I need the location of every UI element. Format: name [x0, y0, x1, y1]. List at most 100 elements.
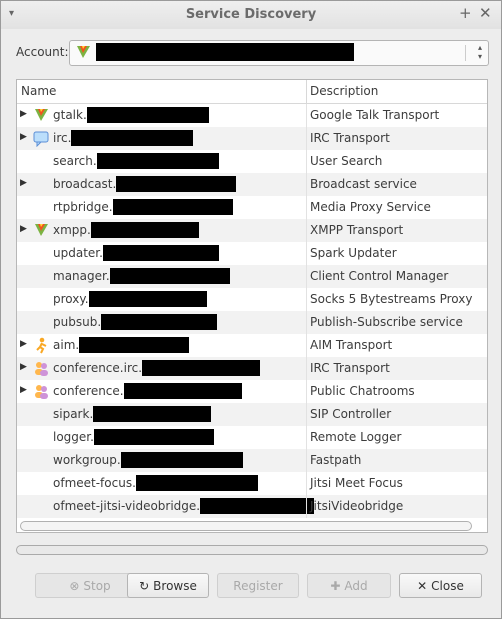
tree-row[interactable]: rtpbridge. Media Proxy Service [17, 196, 487, 219]
service-name-text: sipark. [53, 407, 94, 421]
refresh-icon: ↻ [139, 578, 150, 593]
tree-row[interactable]: ▶ gtalk. Google Talk Transport [17, 104, 487, 127]
add-button[interactable]: ✚ Add [307, 573, 391, 598]
tree-row[interactable]: updater. Spark Updater [17, 242, 487, 265]
tree-row[interactable]: ▶ conference.irc. IRC Transport [17, 357, 487, 380]
service-description: Client Control Manager [310, 269, 449, 283]
expand-arrow-icon[interactable]: ▶ [20, 132, 27, 142]
service-name-text: logger. [53, 430, 94, 444]
redacted-domain [90, 222, 199, 238]
cell-separator [306, 288, 307, 311]
horizontal-scrollbar[interactable] [20, 521, 472, 531]
google-talk-icon [33, 222, 50, 239]
redacted-domain [93, 429, 214, 445]
tree-row[interactable]: manager. Client Control Manager [17, 265, 487, 288]
service-description: Spark Updater [310, 246, 397, 260]
close-button[interactable]: ✕ Close [399, 573, 482, 598]
service-name: irc. [53, 130, 194, 146]
service-name-text: aim. [53, 338, 80, 352]
cell-separator [306, 311, 307, 334]
service-name-text: search. [53, 154, 97, 168]
group-chat-icon [33, 360, 50, 377]
aim-running-man-icon [33, 337, 50, 354]
tree-row[interactable]: ▶ broadcast. Broadcast service [17, 173, 487, 196]
close-label: Close [431, 578, 464, 593]
tree-row[interactable]: ▶ xmpp. XMPP Transport [17, 219, 487, 242]
cell-separator [306, 173, 307, 196]
service-description: XMPP Transport [310, 223, 404, 237]
tree-header: Name Description [17, 80, 487, 104]
redacted-domain [123, 383, 242, 399]
tree-row[interactable]: ▶ conference. Public Chatrooms [17, 380, 487, 403]
cell-separator [306, 242, 307, 265]
service-name: ofmeet-focus. [53, 475, 258, 491]
cell-separator [306, 403, 307, 426]
browse-button[interactable]: ↻ Browse [127, 573, 209, 598]
service-description: User Search [310, 154, 383, 168]
close-x-icon: ✕ [417, 578, 428, 593]
service-name: broadcast. [53, 176, 237, 192]
tree-row[interactable]: logger. Remote Logger [17, 426, 487, 449]
service-name: pubsub. [53, 314, 218, 330]
account-label: Account: [16, 45, 69, 59]
chat-bubble-icon [33, 130, 50, 148]
expand-arrow-icon[interactable]: ▶ [20, 178, 27, 188]
service-name: aim. [53, 337, 190, 353]
expand-arrow-icon[interactable]: ▶ [20, 109, 27, 119]
tree-row[interactable]: search. User Search [17, 150, 487, 173]
cell-separator [306, 265, 307, 288]
tree-row[interactable]: ofmeet-focus. Jitsi Meet Focus [17, 472, 487, 495]
service-description: IRC Transport [310, 131, 390, 145]
service-name: conference. [53, 383, 242, 399]
expand-arrow-icon[interactable]: ▶ [20, 224, 27, 234]
service-description: SIP Controller [310, 407, 392, 421]
account-select[interactable]: ▴ ▾ [69, 40, 489, 66]
redacted-domain [86, 107, 209, 123]
service-name: gtalk. [53, 107, 209, 123]
service-name-text: conference. [53, 384, 124, 398]
service-description: Public Chatrooms [310, 384, 415, 398]
cell-separator [306, 104, 307, 127]
redacted-domain [101, 314, 218, 330]
service-name-text: ofmeet-focus. [53, 476, 136, 490]
stop-label: Stop [83, 578, 111, 593]
cell-separator [306, 219, 307, 242]
pin-button[interactable]: + [459, 4, 472, 22]
service-name-text: ofmeet-jitsi-videobridge. [53, 499, 201, 513]
title-bar: ▾ Service Discovery + ✕ [1, 1, 501, 29]
service-name: proxy. [53, 291, 207, 307]
group-chat-icon [33, 383, 50, 400]
expand-arrow-icon[interactable]: ▶ [20, 362, 27, 372]
column-header-description[interactable]: Description [310, 84, 378, 98]
register-label: Register [233, 578, 283, 593]
cell-separator [306, 472, 307, 495]
tree-row[interactable]: ▶ aim. AIM Transport [17, 334, 487, 357]
services-tree[interactable]: Name Description ▶ gtalk. Google Talk Tran… [16, 79, 488, 533]
service-description: Google Talk Transport [310, 108, 440, 122]
tree-row[interactable]: pubsub. Publish-Subscribe service [17, 311, 487, 334]
service-description: IRC Transport [310, 361, 390, 375]
tree-row[interactable]: sipark. SIP Controller [17, 403, 487, 426]
cell-separator [306, 426, 307, 449]
add-icon: ✚ [330, 578, 341, 593]
service-name-text: gtalk. [53, 108, 87, 122]
tree-row[interactable]: ofmeet-jitsi-videobridge. JitsiVideobridg… [17, 495, 487, 518]
expand-arrow-icon[interactable]: ▶ [20, 385, 27, 395]
window-close-button[interactable]: ✕ [479, 4, 492, 22]
tree-row[interactable]: proxy. Socks 5 Bytestreams Proxy [17, 288, 487, 311]
stop-icon: ⊗ [69, 578, 80, 593]
cell-separator [306, 380, 307, 403]
expand-arrow-icon[interactable]: ▶ [20, 339, 27, 349]
column-header-name[interactable]: Name [21, 84, 56, 98]
service-description: Broadcast service [310, 177, 417, 191]
redacted-domain [200, 498, 315, 514]
tree-row[interactable]: workgroup. Fastpath [17, 449, 487, 472]
service-name-text: updater. [53, 246, 103, 260]
service-name: rtpbridge. [53, 199, 233, 215]
progress-bar [16, 545, 488, 555]
combo-separator [465, 45, 466, 61]
register-button[interactable]: Register [217, 573, 299, 598]
tree-row[interactable]: ▶ irc. IRC Transport [17, 127, 487, 150]
window-title: Service Discovery [185, 7, 317, 22]
column-separator[interactable] [306, 80, 307, 103]
